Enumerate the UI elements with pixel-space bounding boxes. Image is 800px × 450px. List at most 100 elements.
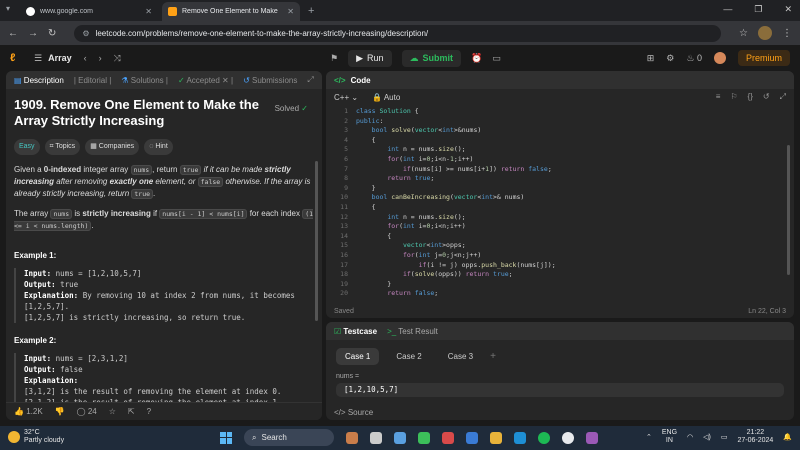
tab-description[interactable]: ▤ Description [14,76,64,85]
close-window-icon[interactable]: ✕ [784,4,792,15]
tray-chevron-icon[interactable]: ⌃ [646,433,652,441]
close-icon[interactable]: ✕ [145,7,152,16]
share-icon[interactable]: ⇱ [128,407,135,416]
shuffle-icon[interactable]: ⤨ [114,53,121,64]
bookmark-icon[interactable]: ⚐ [730,92,737,102]
code-editor[interactable]: 1 2 3 4 5 6 7 8 9 10 11 12 13 14 15 16 17 18 19 20 class So… [326,105,794,297]
file-explorer-icon[interactable] [490,431,502,444]
timer-icon[interactable]: ⏰ [471,53,482,64]
format-icon[interactable]: ≡ [716,92,721,102]
document-icon: ▤ [14,75,22,85]
line-number: 9 [344,183,348,192]
close-icon[interactable]: ✕ [287,7,294,16]
maximize-icon[interactable]: ❐ [754,4,762,15]
comments-button[interactable]: ◯ 24 [77,407,97,416]
minimize-icon[interactable]: — [723,4,732,15]
user-avatar[interactable] [713,52,726,64]
line-number: 7 [344,164,348,173]
auto-mode[interactable]: 🔒 Auto [372,93,400,102]
language-select[interactable]: C++ ⌄ [334,93,358,102]
forward-icon[interactable]: → [28,28,38,39]
line-number: 16 [340,250,348,259]
input-value-field[interactable]: [1,2,10,5,7] [336,383,784,397]
windows-start-icon[interactable] [220,431,232,444]
tab-test-result[interactable]: >_ Test Result [387,327,438,336]
submit-button[interactable]: ☁ Submit [401,49,462,67]
fire-icon: ♨ [686,52,695,63]
profile-avatar[interactable] [758,26,772,40]
braces-icon[interactable]: {} [748,92,753,102]
language-indicator[interactable]: ENG IN [662,429,677,445]
companies-chip[interactable]: ▦ Companies [85,139,140,155]
app-icon[interactable] [418,431,430,444]
source-link[interactable]: </> Source [334,408,373,417]
weather-widget[interactable]: 32°C Partly cloudy [8,429,64,445]
reload-icon[interactable]: ↻ [48,28,56,39]
prev-problem-icon[interactable]: ‹ [84,53,87,63]
favorite-star-icon[interactable]: ☆ [109,407,116,416]
tab-submissions[interactable]: ↺ Submissions [243,76,297,85]
premium-button[interactable]: Premium [737,50,790,66]
streak-counter[interactable]: ♨ 0 [686,53,702,64]
case-1-tab[interactable]: Case 1 [336,348,380,365]
reset-icon[interactable]: ↺ [763,92,770,102]
app-icon[interactable] [586,431,598,444]
search-icon: ⌕ [252,432,257,442]
problem-list-label[interactable]: Array [48,53,72,63]
leetcode-favicon-icon [168,7,177,16]
bookmark-star-icon[interactable]: ☆ [739,28,748,39]
hint-chip[interactable]: ◌ Hint [144,139,173,155]
line-number: 2 [344,116,348,125]
chrome-icon[interactable] [562,431,574,444]
settings-gear-icon[interactable]: ⚙ [666,53,674,64]
problem-list-icon[interactable]: ☰ [34,53,42,64]
app-icon[interactable] [466,431,478,444]
editor-status-bar: Saved Ln 22, Col 3 [334,307,786,315]
dislike-icon[interactable]: 👎 [55,407,65,416]
app-icon[interactable] [442,431,454,444]
wifi-icon[interactable]: ◠ [687,433,693,441]
expand-icon[interactable]: ⤢ [307,75,313,85]
spotify-icon[interactable] [538,431,550,444]
example-2-title: Example 2: [14,336,57,345]
description-scrollbar[interactable] [315,161,318,321]
volume-icon[interactable]: ◁) [703,433,711,441]
line-number: 18 [340,270,348,279]
editor-scrollbar[interactable] [787,145,790,275]
tab-leetcode[interactable]: Remove One Element to Make ✕ [162,2,300,21]
tab-solutions[interactable]: ⚗ Solutions | [121,76,168,85]
accepted-check-icon: ✓ [177,75,185,85]
case-2-tab[interactable]: Case 2 [387,348,430,365]
tab-accepted[interactable]: ✓ Accepted ✕ | [178,76,233,85]
topics-chip[interactable]: ⌗ Topics [44,139,81,155]
notification-bell-icon[interactable]: 🔔 [783,433,792,441]
back-icon[interactable]: ← [8,28,18,39]
leetcode-logo-icon[interactable]: ℓ [10,52,22,64]
widgets-app-icon[interactable] [346,431,358,444]
tab-testcase[interactable]: ☑ Testcase [334,327,377,336]
app-icon[interactable] [394,431,406,444]
taskbar-search[interactable]: ⌕ Search [244,429,334,446]
next-problem-icon[interactable]: › [99,53,102,63]
tab-google[interactable]: www.google.com ✕ [20,2,158,21]
new-tab-icon[interactable]: + [308,5,314,17]
browser-menu-icon[interactable]: ⋮ [782,28,792,39]
fullscreen-icon[interactable]: ⤢ [780,92,786,102]
address-bar[interactable]: ⚙ leetcode.com/problems/remove-one-eleme… [74,24,722,42]
debug-icon[interactable]: ⚑ [330,53,338,64]
task-view-icon[interactable] [370,431,382,444]
case-3-tab[interactable]: Case 3 [439,348,482,365]
layout-icon[interactable]: ⊞ [647,53,655,64]
code-text[interactable]: class Solution { public: bool solve(vect… [356,107,556,297]
tab-editorial[interactable]: | Editorial | [74,76,112,85]
site-info-icon[interactable]: ⚙ [82,29,89,38]
run-button[interactable]: ▶ Run [348,49,392,67]
help-icon[interactable]: ? [147,407,151,416]
clock[interactable]: 21:22 27-06-2024 [737,429,773,445]
battery-icon[interactable]: ▭ [721,433,728,441]
like-button[interactable]: 👍 1.2K [14,407,43,416]
add-case-icon[interactable]: + [490,351,496,362]
edge-browser-icon[interactable] [514,431,526,444]
tab-search-icon[interactable]: ▾ [6,4,10,13]
notes-icon[interactable]: ▭ [492,53,501,64]
